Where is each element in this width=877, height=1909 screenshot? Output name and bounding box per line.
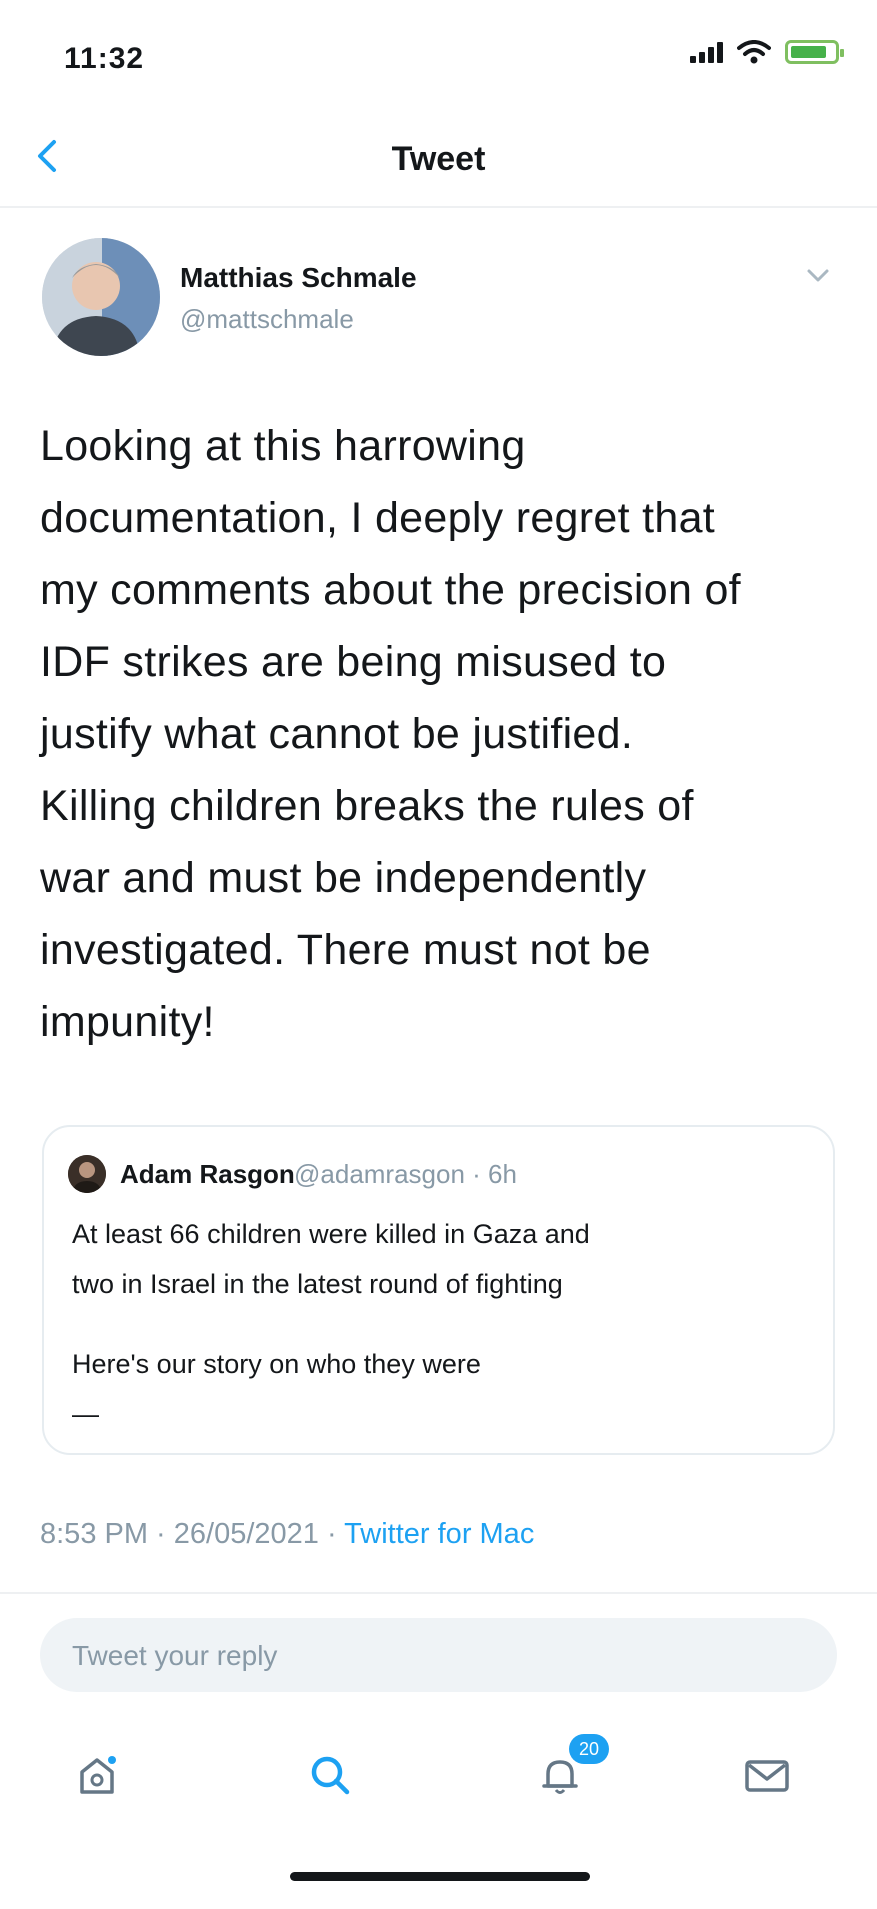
quoted-author-handle: @adamrasgon · 6h: [294, 1159, 517, 1189]
tweet-text-line: Killing children breaks the rules of: [40, 782, 694, 830]
tab-notifications[interactable]: 20: [525, 1734, 609, 1810]
quoted-author-name: Adam Rasgon: [120, 1159, 295, 1189]
tab-home[interactable]: [62, 1740, 132, 1810]
reply-input[interactable]: [70, 1618, 794, 1694]
tweet-timestamp: 8:53 PM · 26/05/2021 · Twitter for Mac: [40, 1518, 534, 1551]
reply-box[interactable]: [40, 1618, 837, 1694]
tweet-text: Looking at this harrowing documentation,…: [40, 410, 840, 1058]
tweet-text-line: my comments about the precision of: [40, 566, 741, 614]
home-icon: [80, 1756, 116, 1794]
status-icons: [690, 40, 844, 64]
tweet-text-line: impunity!: [40, 998, 215, 1046]
quoted-text-line: two in Israel in the latest round of fig…: [72, 1269, 563, 1299]
tweet-text-line: justify what cannot be justified.: [40, 710, 634, 758]
quoted-avatar: [68, 1155, 106, 1193]
tweet-text-line: documentation, I deeply regret that: [40, 494, 716, 542]
search-icon: [311, 1756, 350, 1795]
page-title: Tweet: [391, 140, 486, 178]
avatar[interactable]: [42, 238, 160, 356]
tab-bar: 20: [0, 1720, 877, 1830]
tab-messages[interactable]: [732, 1740, 802, 1810]
tweet-header: Matthias Schmale @mattschmale: [42, 238, 835, 358]
tweet-text-line: war and must be independently: [40, 854, 647, 902]
home-indicator[interactable]: [290, 1872, 590, 1881]
chevron-down-icon[interactable]: [801, 258, 835, 292]
divider: [0, 1592, 877, 1594]
messages-icon: [745, 1760, 789, 1792]
tweet-text-line: investigated. There must not be: [40, 926, 651, 974]
tweet-text-line: Looking at this harrowing: [40, 422, 526, 470]
tab-search[interactable]: [295, 1740, 365, 1810]
quoted-text-line: —: [72, 1399, 99, 1429]
battery-icon: [785, 40, 844, 64]
avatar-image: [42, 238, 160, 356]
wifi-icon: [737, 40, 771, 64]
quoted-text-line: Here's our story on who they were: [72, 1349, 481, 1379]
quoted-tweet[interactable]: Adam Rasgon @adamrasgon · 6h At least 66…: [42, 1125, 835, 1455]
nav-bar: Tweet: [0, 110, 877, 208]
tweet-text-line: IDF strikes are being misused to: [40, 638, 667, 686]
quoted-text-line: At least 66 children were killed in Gaza…: [72, 1219, 590, 1249]
status-time: 11:32: [64, 42, 145, 75]
notifications-badge: 20: [569, 1734, 609, 1764]
signal-icon: [690, 41, 723, 63]
timestamp-text: 8:53 PM · 26/05/2021 ·: [40, 1518, 345, 1550]
author-name[interactable]: Matthias Schmale: [180, 262, 417, 294]
author-handle[interactable]: @mattschmale: [180, 304, 354, 335]
status-bar: 11:32: [0, 0, 877, 110]
client-link[interactable]: Twitter for Mac: [344, 1518, 534, 1550]
